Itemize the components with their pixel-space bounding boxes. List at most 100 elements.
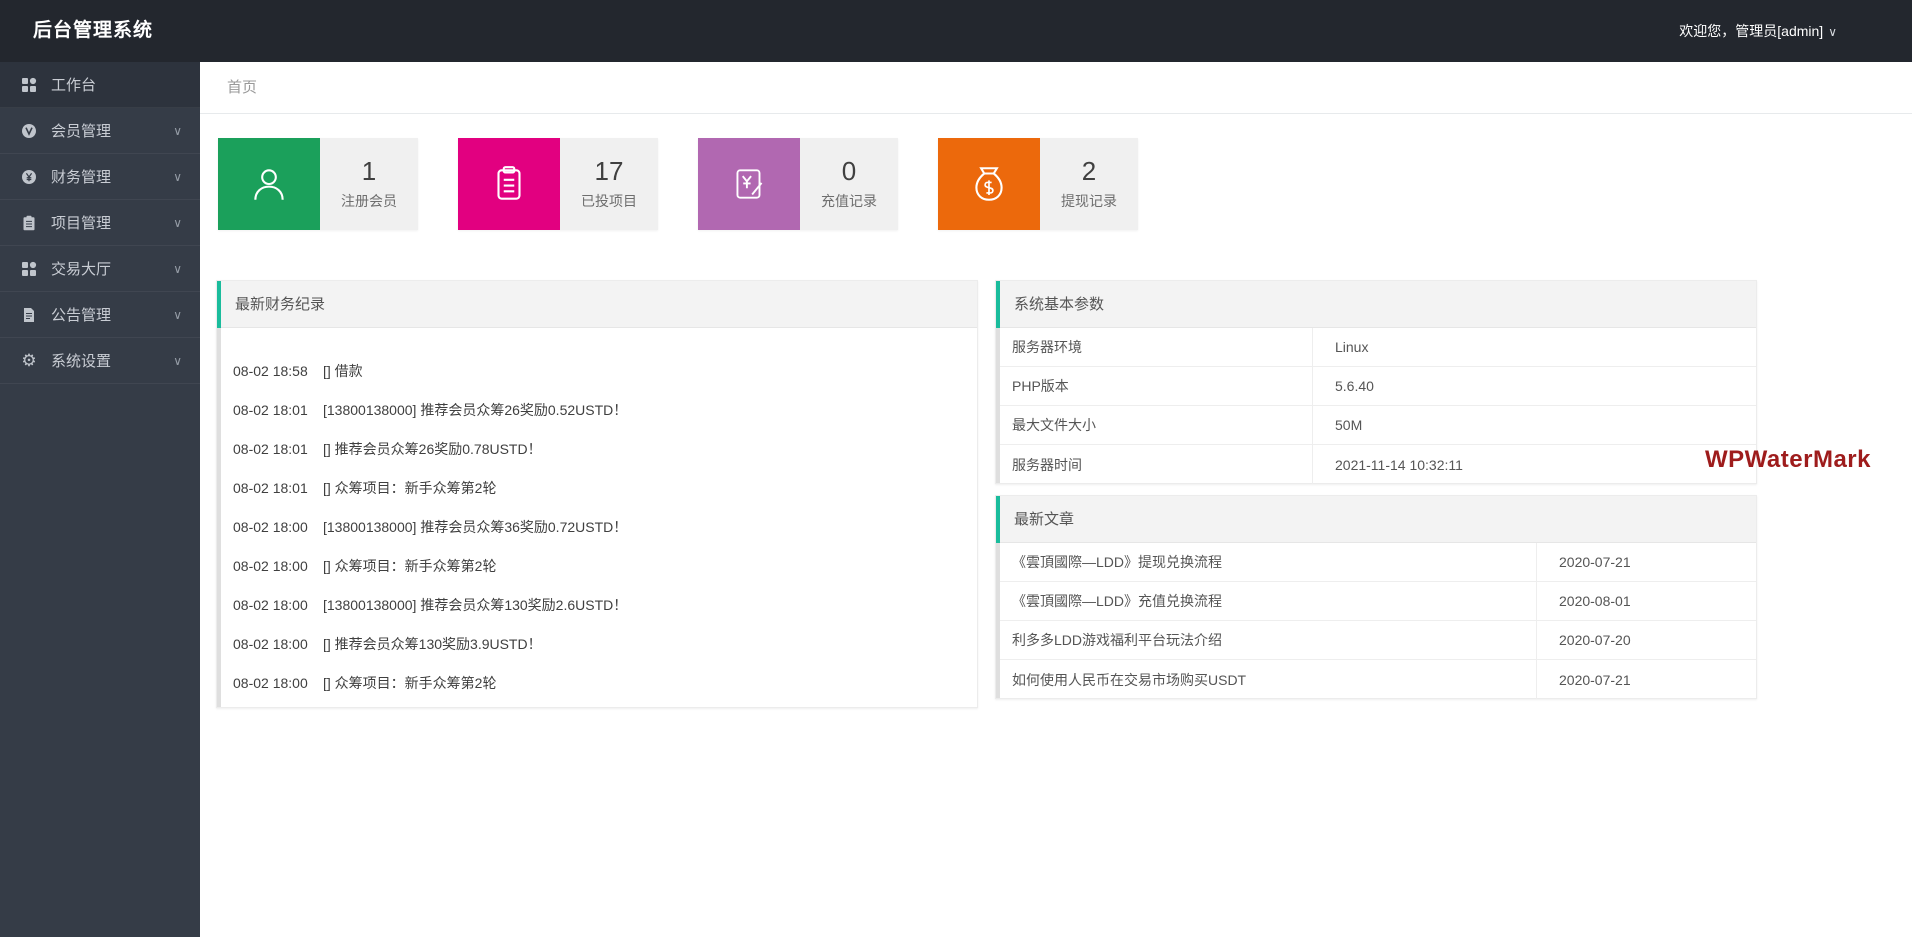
sidebar-item-label: 工作台 [51, 77, 97, 94]
sidebar-item-label: 财务管理 [51, 169, 112, 186]
sidebar-item-members[interactable]: 会员管理 ∨ [0, 108, 200, 154]
sidebar-item-projects[interactable]: 项目管理 ∨ [0, 200, 200, 246]
member-icon [20, 122, 38, 140]
finance-icon [20, 168, 38, 186]
param-value: 2021-11-14 10:32:11 [1312, 445, 1756, 484]
panel-accent [217, 281, 221, 328]
chevron-down-icon: ∨ [173, 353, 182, 368]
panel-title: 系统基本参数 [996, 281, 1756, 328]
panel-accent [996, 496, 1000, 543]
article-row[interactable]: 如何使用人民币在交易市场购买USDT 2020-07-21 [996, 660, 1756, 699]
record-text: [13800138000] 推荐会员众筹36奖励0.72USTD！ [323, 518, 628, 535]
param-label: 服务器时间 [1012, 456, 1082, 473]
moneybag-icon [938, 138, 1040, 230]
panel-accent [996, 281, 1000, 328]
record-time: 08-02 18:00 [233, 674, 308, 691]
finance-panel: 最新财务纪录 08-02 18:58 [] 借款 08-02 18:01 [13… [216, 280, 978, 708]
record-time: 08-02 18:00 [233, 557, 308, 574]
chevron-down-icon: ∨ [1828, 25, 1837, 39]
record-time: 08-02 18:58 [233, 362, 308, 379]
param-value: 50M [1312, 406, 1756, 444]
article-date: 2020-07-20 [1536, 621, 1756, 659]
table-row: 服务器环境 Linux [996, 328, 1756, 367]
watermark: WPWaterMark [1705, 446, 1871, 473]
breadcrumb-home[interactable]: 首页 [227, 62, 257, 113]
articles-table: 《雲頂國際—LDD》提现兑换流程 2020-07-21 《雲頂國際—LDD》充值… [996, 543, 1756, 699]
param-value: Linux [1312, 328, 1756, 366]
sidebar-item-settings[interactable]: ⚙ 系统设置 ∨ [0, 338, 200, 384]
record-text: [13800138000] 推荐会员众筹26奖励0.52USTD！ [323, 401, 628, 418]
finance-record: 08-02 18:00 [13800138000] 推荐会员众筹130奖励2.6… [233, 585, 957, 624]
article-row[interactable]: 《雲頂國際—LDD》提现兑换流程 2020-07-21 [996, 543, 1756, 582]
param-label: 服务器环境 [1012, 339, 1082, 355]
panel-title: 最新文章 [996, 496, 1756, 543]
panel-accent [996, 328, 1000, 483]
table-row: 服务器时间 2021-11-14 10:32:11 [996, 445, 1756, 484]
finance-record: 08-02 18:00 [] 众筹项目：新手众筹第2轮 [233, 663, 957, 702]
stat-value: 2 [1081, 156, 1097, 187]
dashboard-icon [20, 76, 38, 94]
record-time: 08-02 18:01 [233, 401, 308, 418]
article-date: 2020-07-21 [1536, 543, 1756, 581]
chevron-down-icon: ∨ [173, 123, 182, 138]
stat-label: 充值记录 [821, 192, 877, 209]
sidebar-item-announcements[interactable]: 公告管理 ∨ [0, 292, 200, 338]
panel-accent [217, 328, 221, 707]
article-title[interactable]: 《雲頂國際—LDD》提现兑换流程 [996, 543, 1536, 581]
article-title[interactable]: 如何使用人民币在交易市场购买USDT [996, 660, 1536, 699]
sidebar-item-label: 会员管理 [51, 123, 112, 140]
panel-title: 最新财务纪录 [217, 281, 977, 328]
breadcrumb-bar: 首页 [200, 62, 1912, 114]
stat-label: 已投项目 [581, 192, 637, 209]
record-text: [] 众筹项目：新手众筹第2轮 [323, 479, 497, 496]
record-text: [13800138000] 推荐会员众筹130奖励2.6USTD！ [323, 596, 628, 613]
sidebar-item-workbench[interactable]: 工作台 [0, 62, 200, 108]
sidebar-item-label: 项目管理 [51, 215, 112, 232]
finance-record: 08-02 18:01 [13800138000] 推荐会员众筹26奖励0.52… [233, 390, 957, 429]
finance-record: 08-02 18:00 [] 推荐会员众筹130奖励3.9USTD！ [233, 624, 957, 663]
finance-record: 08-02 18:01 [] 众筹项目：新手众筹第2轮 [233, 468, 957, 507]
article-row[interactable]: 利多多LDD游戏福利平台玩法介绍 2020-07-20 [996, 621, 1756, 660]
finance-record: 08-02 18:01 [] 推荐会员众筹26奖励0.78USTD！ [233, 429, 957, 468]
record-text: [] 推荐会员众筹130奖励3.9USTD！ [323, 635, 542, 652]
finance-record: 08-02 18:58 [] 借款 [233, 351, 957, 390]
recharge-icon [698, 138, 800, 230]
user-icon [218, 138, 320, 230]
sidebar-item-label: 系统设置 [51, 353, 112, 370]
stat-info: 1 注册会员 [320, 138, 418, 230]
stat-card-registered-members[interactable]: 1 注册会员 [218, 138, 418, 230]
chevron-down-icon: ∨ [173, 169, 182, 184]
sidebar-item-finance[interactable]: 财务管理 ∨ [0, 154, 200, 200]
param-label: PHP版本 [1012, 378, 1069, 394]
project-icon [20, 214, 38, 232]
sidebar-item-label: 公告管理 [51, 307, 112, 324]
sidebar-item-label: 交易大厅 [51, 261, 112, 278]
article-title[interactable]: 《雲頂國際—LDD》充值兑换流程 [996, 582, 1536, 620]
stat-info: 2 提现记录 [1040, 138, 1138, 230]
record-time: 08-02 18:00 [233, 635, 308, 652]
record-time: 08-02 18:01 [233, 440, 308, 457]
stat-card-recharge-records[interactable]: 0 充值记录 [698, 138, 898, 230]
article-row[interactable]: 《雲頂國際—LDD》充值兑换流程 2020-08-01 [996, 582, 1756, 621]
app-title: 后台管理系统 [33, 20, 154, 41]
sidebar-item-trade-hall[interactable]: 交易大厅 ∨ [0, 246, 200, 292]
article-title[interactable]: 利多多LDD游戏福利平台玩法介绍 [996, 621, 1536, 659]
finance-record: 08-02 18:00 [13800138000] 推荐会员众筹36奖励0.72… [233, 507, 957, 546]
chevron-down-icon: ∨ [173, 261, 182, 276]
param-label: 最大文件大小 [1012, 417, 1096, 433]
chevron-down-icon: ∨ [173, 307, 182, 322]
record-text: [] 众筹项目：新手众筹第2轮 [323, 674, 497, 691]
table-row: 最大文件大小 50M [996, 406, 1756, 445]
user-menu[interactable]: 欢迎您，管理员[admin] ∨ [1679, 0, 1837, 63]
stat-value: 17 [594, 156, 624, 187]
stat-info: 17 已投项目 [560, 138, 658, 230]
stat-card-withdraw-records[interactable]: 2 提现记录 [938, 138, 1138, 230]
topbar: 后台管理系统 欢迎您，管理员[admin] ∨ [0, 0, 1912, 62]
chevron-down-icon: ∨ [173, 215, 182, 230]
notice-icon [20, 306, 38, 324]
clipboard-icon [458, 138, 560, 230]
article-date: 2020-08-01 [1536, 582, 1756, 620]
stat-card-invested-projects[interactable]: 17 已投项目 [458, 138, 658, 230]
stat-value: 1 [361, 156, 377, 187]
record-text: [] 借款 [323, 362, 363, 379]
